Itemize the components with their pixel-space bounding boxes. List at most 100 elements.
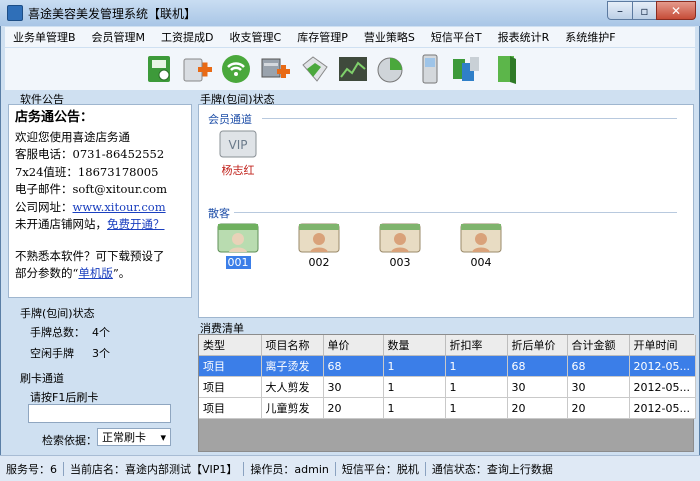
- cell: 2012-05...: [629, 355, 696, 377]
- guest-avatar-icon: [460, 223, 502, 253]
- status-shop: 当前店名：喜途内部测试【VIP1】: [70, 462, 238, 476]
- cell: 项目: [199, 355, 262, 377]
- phone-icon[interactable]: [412, 51, 448, 87]
- swipe-section-title: 刷卡通道: [20, 372, 64, 385]
- free-open-link[interactable]: 免费开通？: [107, 217, 165, 231]
- cell: 1: [383, 355, 446, 377]
- col-qty[interactable]: 数量: [383, 335, 446, 356]
- cell: 30: [567, 376, 630, 398]
- guest-card-002[interactable]: 002: [297, 222, 341, 269]
- member-group-label: 会员通道: [208, 113, 252, 126]
- cell: 儿童剪发: [261, 397, 324, 419]
- standalone-link[interactable]: 单机版: [78, 266, 113, 280]
- card-input[interactable]: [28, 404, 171, 423]
- guest-avatar-icon: [217, 223, 259, 253]
- cubes-icon[interactable]: [448, 51, 484, 87]
- cell: 项目: [199, 376, 262, 398]
- svg-text:VIP: VIP: [229, 138, 248, 152]
- col-disc-price[interactable]: 折后单价: [507, 335, 568, 356]
- folder-icon[interactable]: [490, 51, 526, 87]
- menu-commission[interactable]: 工资提成D: [153, 29, 221, 45]
- swipe-prompt: 请按F1后刷卡: [30, 391, 99, 404]
- menu-sms[interactable]: 短信平台T: [423, 29, 490, 45]
- menu-bar: 业务单管理B 会员管理M 工资提成D 收支管理C 库存管理P 营业策略S 短信平…: [5, 27, 695, 47]
- status-operator: 操作员：admin: [250, 462, 329, 476]
- menu-inventory[interactable]: 库存管理P: [289, 29, 356, 45]
- minimize-button[interactable]: –: [607, 1, 633, 20]
- guest-card-003[interactable]: 003: [378, 222, 422, 269]
- col-total[interactable]: 合计金额: [567, 335, 630, 356]
- free-cards-value: 3个: [92, 347, 110, 360]
- cell: 20: [507, 397, 568, 419]
- guest-card-001[interactable]: 001: [216, 222, 260, 269]
- menu-finance[interactable]: 收支管理C: [222, 29, 290, 45]
- table-header-row: 类型 项目名称 单价 数量 折扣率 折后单价 合计金额 开单时间: [199, 335, 696, 356]
- total-cards-label: 手牌总数：: [30, 326, 85, 339]
- maximize-button[interactable]: ▫: [632, 1, 657, 20]
- menu-strategy[interactable]: 营业策略S: [356, 29, 423, 45]
- status-comm: 通信状态：查询上行数据: [431, 462, 553, 476]
- col-discount[interactable]: 折扣率: [445, 335, 508, 356]
- guest-label-001: 001: [225, 256, 251, 269]
- cell: 20: [567, 397, 630, 419]
- cell: 1: [383, 397, 446, 419]
- book-icon[interactable]: [142, 51, 178, 87]
- cell: 68: [567, 355, 630, 377]
- cell: 1: [445, 376, 508, 398]
- notice-standalone: 部分参数的“单机版”。: [15, 266, 131, 280]
- col-type[interactable]: 类型: [199, 335, 262, 356]
- guest-label-002: 002: [308, 256, 330, 269]
- notice-heading: 店务通公告：: [15, 110, 94, 125]
- guest-avatar-icon: [298, 223, 340, 253]
- guest-card-004[interactable]: 004: [459, 222, 503, 269]
- table-row[interactable]: 项目 儿童剪发 20 1 1 20 20 2012-05...: [199, 397, 696, 419]
- member-card[interactable]: VIP 杨志红: [216, 128, 260, 178]
- status-divider: [424, 461, 426, 476]
- menu-reports[interactable]: 报表统计R: [490, 29, 558, 45]
- website-link[interactable]: www.xitour.com: [73, 200, 166, 214]
- col-price[interactable]: 单价: [323, 335, 384, 356]
- guest-label-004: 004: [470, 256, 492, 269]
- status-divider: [243, 461, 245, 476]
- menu-system[interactable]: 系统维护F: [557, 29, 623, 45]
- menu-orders[interactable]: 业务单管理B: [5, 29, 84, 45]
- tags-icon[interactable]: [297, 51, 333, 87]
- total-cards-value: 4个: [92, 326, 110, 339]
- col-time[interactable]: 开单时间: [629, 335, 696, 356]
- pie-chart-icon[interactable]: [372, 51, 408, 87]
- cell: 30: [323, 376, 384, 398]
- app-icon: [7, 5, 23, 21]
- chart-icon[interactable]: [335, 51, 371, 87]
- notice-panel: 店务通公告： 欢迎您使用喜途店务通 客服电话：0731-86452552 7x2…: [8, 104, 192, 298]
- cell: 20: [323, 397, 384, 419]
- guest-avatar-icon: [379, 223, 421, 253]
- status-sms: 短信平台：脱机: [341, 462, 419, 476]
- search-basis-select[interactable]: 正常刷卡 ▾: [97, 428, 171, 446]
- vip-card-icon: VIP: [219, 130, 257, 158]
- wifi-icon[interactable]: [218, 51, 254, 87]
- cell: 2012-05...: [629, 397, 696, 419]
- add-member-icon[interactable]: [180, 51, 216, 87]
- chevron-down-icon: ▾: [160, 430, 166, 444]
- search-basis-label: 检索依据：: [42, 434, 97, 447]
- consume-table: 类型 项目名称 单价 数量 折扣率 折后单价 合计金额 开单时间 项目 离子烫发…: [198, 334, 696, 452]
- status-divider: [63, 461, 64, 476]
- col-item[interactable]: 项目名称: [261, 335, 324, 356]
- card-status-title: 手牌(包间)状态: [20, 307, 95, 320]
- add-product-icon[interactable]: [258, 51, 294, 87]
- notice-download: 不熟悉本软件？可下载预设了: [15, 248, 165, 263]
- member-group-line: [262, 118, 677, 119]
- guest-group-line: [234, 212, 677, 213]
- status-service: 服务号：6: [6, 462, 57, 476]
- close-button[interactable]: ✕: [656, 1, 696, 20]
- notice-phone: 客服电话：0731-86452552: [15, 147, 165, 161]
- notice-hotline: 7x24值班：18673178005: [15, 164, 159, 179]
- cell: 68: [323, 355, 384, 377]
- room-panel: [198, 104, 694, 318]
- guest-label-003: 003: [389, 256, 411, 269]
- table-row[interactable]: 项目 离子烫发 68 1 1 68 68 2012-05...: [199, 355, 696, 377]
- menu-members[interactable]: 会员管理M: [84, 29, 154, 45]
- cell: 2012-05...: [629, 376, 696, 398]
- table-row[interactable]: 项目 大人剪发 30 1 1 30 30 2012-05...: [199, 376, 696, 398]
- window-title: 喜途美容美发管理系统【联机】: [28, 7, 197, 21]
